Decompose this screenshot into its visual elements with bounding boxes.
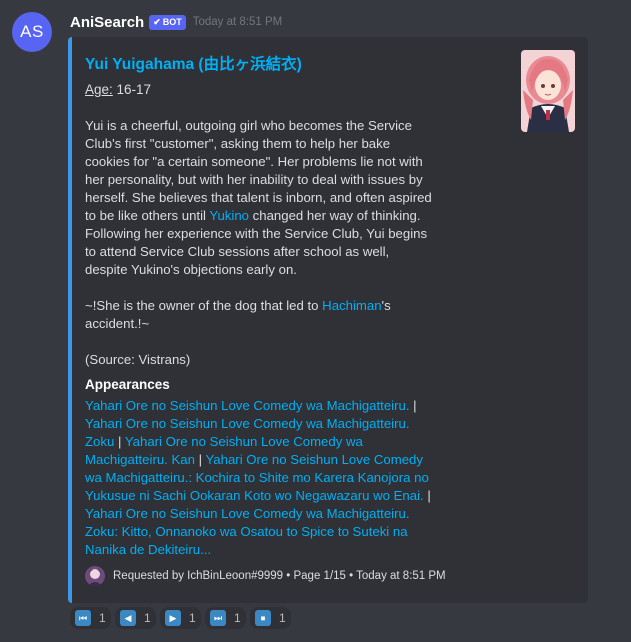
appearance-link[interactable]: Yahari Ore no Seishun Love Comedy wa Mac… [85,398,409,413]
reaction-count: 1 [189,611,196,625]
yukino-link[interactable]: Yukino [209,208,249,223]
age-value: 16-17 [112,82,152,97]
last-page-reaction[interactable]: ⏭ 1 [205,607,246,629]
character-portrait-icon[interactable] [521,50,575,132]
character-embed: Yui Yuigahama (由比ヶ浜結衣) Age: 16-17 Yui is… [68,37,588,603]
character-description: Yui is a cheerful, outgoing girl who bec… [85,117,435,369]
appearances-heading: Appearances [85,377,170,392]
message-timestamp[interactable]: Today at 8:51 PM [193,16,283,28]
bot-username[interactable]: AniSearch [70,14,144,31]
next-page-reaction[interactable]: ▶ 1 [160,607,201,629]
previous-page-icon: ◀ [120,610,136,626]
source-line: (Source: Vistrans) [85,352,191,367]
verified-check-icon: ✔ [153,16,161,27]
separator: | [409,398,417,413]
first-page-reaction[interactable]: ⏮ 1 [70,607,111,629]
bot-message: AS AniSearch ✔ BOT Today at 8:51 PM Yui … [0,0,631,642]
next-page-icon: ▶ [165,610,181,626]
reaction-count: 1 [234,611,241,625]
reaction-count: 1 [99,611,106,625]
bot-badge: ✔ BOT [149,14,186,30]
age-line: Age: 16-17 [85,82,151,97]
reaction-count: 1 [144,611,151,625]
separator: | [423,488,431,503]
previous-page-reaction[interactable]: ◀ 1 [115,607,156,629]
bot-avatar[interactable]: AS [12,12,52,52]
separator: | [114,434,125,449]
stop-icon: ⏹ [255,610,271,626]
requester-avatar-icon [85,566,105,586]
stop-reaction[interactable]: ⏹ 1 [250,607,291,629]
description-paragraph: Yui is a cheerful, outgoing girl who bec… [85,117,435,279]
age-label: Age: [85,82,113,97]
spoiler-paragraph: ~!She is the owner of the dog that led t… [85,297,435,333]
appearances-list: Yahari Ore no Seishun Love Comedy wa Mac… [85,397,435,559]
hachiman-link[interactable]: Hachiman [322,298,381,313]
embed-footer: Requested by IchBinLeoon#9999 • Page 1/1… [85,566,446,586]
description-text: ~!She is the owner of the dog that led t… [85,298,323,313]
reaction-bar: ⏮ 1 ◀ 1 ▶ 1 ⏭ 1 ⏹ 1 [70,607,291,629]
embed-title[interactable]: Yui Yuigahama (由比ヶ浜結衣) [85,52,302,74]
reaction-count: 1 [279,611,286,625]
appearance-link[interactable]: Yahari Ore no Seishun Love Comedy wa Mac… [85,506,409,557]
first-page-icon: ⏮ [75,610,91,626]
message-header: AniSearch ✔ BOT Today at 8:51 PM [70,12,282,32]
last-page-icon: ⏭ [210,610,226,626]
footer-text: Requested by IchBinLeoon#9999 • Page 1/1… [113,570,446,582]
bot-badge-label: BOT [162,17,182,27]
separator: | [194,452,206,467]
